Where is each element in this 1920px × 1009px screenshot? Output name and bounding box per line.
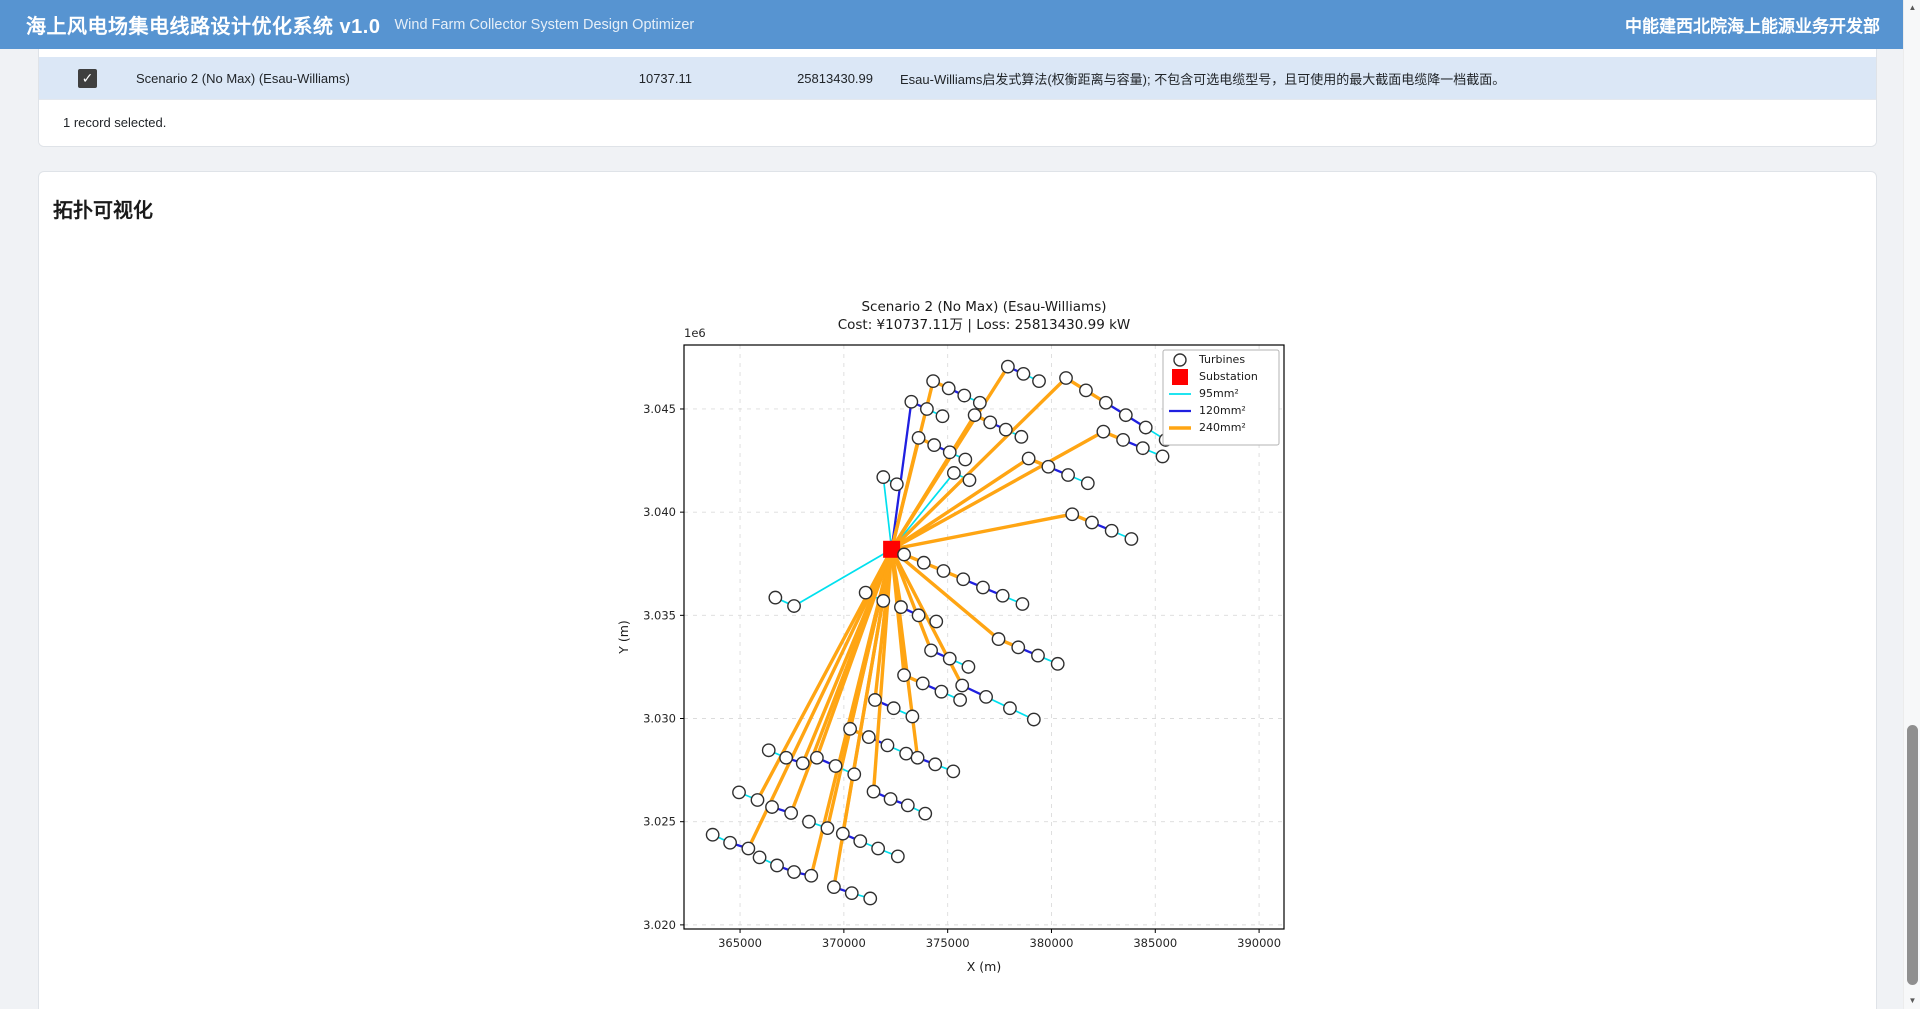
scenario-name: Scenario 2 (No Max) (Esau-Williams) xyxy=(136,71,556,86)
row-checkbox[interactable]: ✓ xyxy=(78,69,97,88)
svg-text:240mm²: 240mm² xyxy=(1199,421,1246,434)
table-row[interactable]: ✓ Scenario 2 (No Max) (Esau-Williams) 10… xyxy=(39,57,1876,100)
svg-text:Substation: Substation xyxy=(1199,370,1258,383)
svg-text:3.045: 3.045 xyxy=(643,402,676,416)
app-header: 海上风电场集电线路设计优化系统 v1.0 Wind Farm Collector… xyxy=(0,0,1920,49)
table-clip-top xyxy=(39,49,1876,57)
svg-text:Scenario 2 (No Max) (Esau-Will: Scenario 2 (No Max) (Esau-Williams) xyxy=(861,299,1106,315)
svg-text:390000: 390000 xyxy=(1237,936,1281,950)
svg-text:1e6: 1e6 xyxy=(684,326,706,340)
scenario-cost: 10737.11 xyxy=(556,71,692,86)
topology-chart: 365000 370000 375000 380000 385000 390000 3.02… xyxy=(608,285,1308,990)
check-icon: ✓ xyxy=(82,70,94,86)
scroll-up-icon[interactable]: ▲ xyxy=(1904,0,1920,16)
topology-card: 拓扑可视化 365000 370000 375000 380000 385000 3900… xyxy=(38,171,1877,1009)
svg-text:X (m): X (m) xyxy=(966,959,1000,974)
svg-text:375000: 375000 xyxy=(925,936,969,950)
page-content: ✓ Scenario 2 (No Max) (Esau-Williams) 10… xyxy=(0,49,1903,1009)
svg-text:Turbines: Turbines xyxy=(1198,353,1245,366)
svg-text:3.030: 3.030 xyxy=(643,712,676,726)
scenario-description: Esau-Williams启发式算法(权衡距离与容量); 不包含可选电缆型号，且… xyxy=(873,69,1876,88)
scenario-loss: 25813430.99 xyxy=(692,71,873,86)
svg-text:95mm²: 95mm² xyxy=(1199,387,1239,400)
svg-text:3.040: 3.040 xyxy=(643,505,676,519)
scrollbar-thumb[interactable] xyxy=(1907,725,1918,985)
svg-text:370000: 370000 xyxy=(821,936,865,950)
svg-text:120mm²: 120mm² xyxy=(1199,404,1246,417)
selection-status: 1 record selected. xyxy=(39,100,1876,146)
vertical-scrollbar[interactable]: ▲ ▼ xyxy=(1903,0,1920,1009)
scroll-down-icon[interactable]: ▼ xyxy=(1904,993,1920,1009)
svg-text:Y (m): Y (m) xyxy=(616,620,631,655)
svg-text:3.020: 3.020 xyxy=(643,918,676,932)
topology-figure: 365000 370000 375000 380000 385000 390000 3.02… xyxy=(608,285,1308,990)
svg-text:380000: 380000 xyxy=(1029,936,1073,950)
svg-text:365000: 365000 xyxy=(718,936,762,950)
svg-text:Cost: ¥10737.11万 | Loss: 25813: Cost: ¥10737.11万 | Loss: 25813430.99 kW xyxy=(837,317,1130,333)
scenario-table-card: ✓ Scenario 2 (No Max) (Esau-Williams) 10… xyxy=(38,49,1877,147)
row-checkbox-cell: ✓ xyxy=(39,69,136,88)
section-title: 拓扑可视化 xyxy=(39,172,1876,223)
svg-text:385000: 385000 xyxy=(1133,936,1177,950)
app-title: 海上风电场集电线路设计优化系统 v1.0 xyxy=(26,10,380,39)
app-subtitle: Wind Farm Collector System Design Optimi… xyxy=(394,17,694,33)
svg-text:3.035: 3.035 xyxy=(643,608,676,622)
department-label: 中能建西北院海上能源业务开发部 xyxy=(1625,12,1880,37)
svg-text:3.025: 3.025 xyxy=(643,815,676,829)
